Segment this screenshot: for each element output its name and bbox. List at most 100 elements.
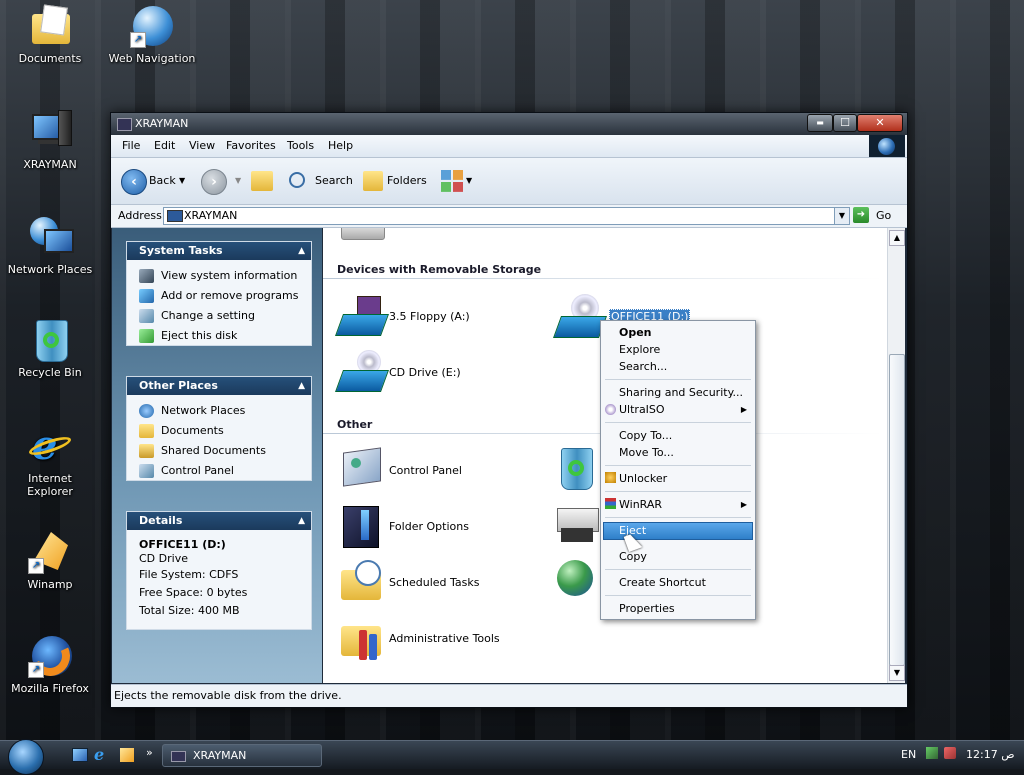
- up-folder-icon[interactable]: [251, 171, 273, 191]
- clock[interactable]: ص 12:17: [966, 748, 1015, 761]
- ctx-properties[interactable]: Properties: [619, 602, 675, 615]
- forward-arrow-icon[interactable]: ›: [201, 169, 227, 195]
- collapse-icon[interactable]: ▲: [298, 512, 305, 530]
- scheduled-tasks-icon: [337, 560, 385, 608]
- menu-edit[interactable]: Edit: [154, 139, 175, 152]
- item-network-partial[interactable]: [555, 560, 603, 608]
- ctx-winrar[interactable]: WinRAR: [619, 498, 662, 511]
- desktop-icon-internet-explorer[interactable]: e Internet Explorer: [5, 424, 95, 499]
- place-network-places[interactable]: Network Places: [127, 401, 311, 421]
- menu-help[interactable]: Help: [328, 139, 353, 152]
- desktop-icon-recycle-bin[interactable]: Recycle Bin: [5, 318, 95, 379]
- folders-button[interactable]: Folders: [387, 167, 427, 195]
- menu-favorites[interactable]: Favorites: [226, 139, 276, 152]
- item-folder-options[interactable]: Folder Options: [337, 504, 487, 552]
- vertical-scrollbar[interactable]: ▲ ▼: [887, 228, 905, 683]
- menu-tools[interactable]: Tools: [287, 139, 314, 152]
- desktop-icon-firefox[interactable]: ↗ Mozilla Firefox: [5, 630, 95, 695]
- cd-drive-icon: [552, 294, 608, 342]
- details-header[interactable]: Details ▲: [127, 512, 311, 530]
- tray-security-icon[interactable]: [944, 747, 956, 759]
- desktop-icon-documents[interactable]: Documents: [5, 4, 95, 65]
- collapse-icon[interactable]: ▲: [298, 242, 305, 260]
- scroll-down-icon[interactable]: ▼: [889, 665, 905, 681]
- address-input[interactable]: XRAYMAN ▼: [163, 207, 850, 225]
- menu-file[interactable]: File: [122, 139, 140, 152]
- quicklaunch-desktop-icon[interactable]: [72, 748, 88, 762]
- system-tasks-header[interactable]: System Tasks ▲: [127, 242, 311, 260]
- item-recycle-bin-partial[interactable]: [555, 448, 603, 496]
- details-name: OFFICE11 (D:): [139, 538, 226, 551]
- quicklaunch-more-icon[interactable]: »: [146, 746, 153, 759]
- search-button[interactable]: Search: [315, 167, 353, 195]
- submenu-arrow-icon: ▶: [740, 405, 747, 414]
- go-button[interactable]: Go: [876, 209, 891, 222]
- place-control-panel[interactable]: Control Panel: [127, 461, 311, 481]
- scroll-up-icon[interactable]: ▲: [889, 230, 905, 246]
- quicklaunch-winamp-icon[interactable]: [120, 748, 134, 762]
- scroll-thumb[interactable]: [889, 354, 905, 666]
- menu-view[interactable]: View: [189, 139, 215, 152]
- ctx-unlocker[interactable]: Unlocker: [619, 472, 667, 485]
- close-button[interactable]: ✕: [857, 114, 903, 132]
- views-icon[interactable]: [441, 170, 463, 192]
- desktop-icon-network-places[interactable]: Network Places: [5, 215, 95, 276]
- views-dropdown-icon[interactable]: ▼: [466, 167, 472, 195]
- ctx-copy[interactable]: Copy: [619, 550, 647, 563]
- ctx-sharing-security[interactable]: Sharing and Security...: [619, 386, 743, 399]
- ultraiso-icon: [605, 404, 616, 415]
- minimize-button[interactable]: ▬: [807, 114, 833, 132]
- shared-folder-icon: [139, 444, 154, 458]
- place-shared-documents[interactable]: Shared Documents: [127, 441, 311, 461]
- drive-floppy-a[interactable]: 3.5 Floppy (A:): [334, 294, 487, 342]
- windows-brand-logo: [869, 135, 905, 157]
- desktop-icon-xrayman[interactable]: XRAYMAN: [5, 110, 95, 171]
- item-printers-partial[interactable]: [555, 504, 603, 552]
- folder-options-icon: [337, 504, 385, 552]
- forward-dropdown-icon[interactable]: ▼: [235, 167, 241, 195]
- folder-icon: [28, 4, 72, 48]
- item-scheduled-tasks[interactable]: Scheduled Tasks: [337, 560, 487, 608]
- tray-network-icon[interactable]: [926, 747, 938, 759]
- start-button[interactable]: [8, 739, 44, 775]
- system-tasks-panel: System Tasks ▲ View system information Ad…: [126, 241, 312, 346]
- ctx-copy-to[interactable]: Copy To...: [619, 429, 672, 442]
- back-dropdown-icon[interactable]: ▼: [179, 167, 185, 195]
- address-value: XRAYMAN: [184, 209, 238, 222]
- other-places-header[interactable]: Other Places ▲: [127, 377, 311, 395]
- language-indicator[interactable]: EN: [901, 748, 916, 761]
- ctx-search[interactable]: Search...: [619, 360, 667, 373]
- item-administrative-tools[interactable]: Administrative Tools: [337, 616, 507, 664]
- desktop-icon-web-navigation[interactable]: ↗ Web Navigation: [107, 4, 197, 65]
- address-bar: Address XRAYMAN ▼ ➜ Go: [111, 205, 907, 228]
- ctx-explore[interactable]: Explore: [619, 343, 660, 356]
- quicklaunch-ie-icon[interactable]: e: [94, 745, 104, 764]
- go-arrow-icon[interactable]: ➜: [853, 207, 869, 223]
- place-documents[interactable]: Documents: [127, 421, 311, 441]
- printer-icon: [555, 504, 603, 552]
- desktop-icon-label: Web Navigation: [108, 52, 196, 65]
- details-panel: Details ▲ OFFICE11 (D:) CD Drive File Sys…: [126, 511, 312, 630]
- administrative-tools-icon: [337, 616, 385, 664]
- window-icon: [171, 751, 186, 762]
- item-control-panel[interactable]: Control Panel: [337, 447, 487, 496]
- task-view-system-info[interactable]: View system information: [127, 266, 311, 286]
- ctx-ultraiso[interactable]: UltraISO: [619, 403, 665, 416]
- task-change-setting[interactable]: Change a setting: [127, 306, 311, 326]
- back-button[interactable]: Back: [149, 167, 176, 195]
- drive-cd-e[interactable]: CD Drive (E:): [334, 350, 487, 398]
- desktop-icon-label: Internet Explorer: [27, 472, 73, 498]
- ctx-create-shortcut[interactable]: Create Shortcut: [619, 576, 706, 589]
- ctx-open[interactable]: Open: [619, 326, 652, 339]
- title-bar[interactable]: XRAYMAN ▬ ☐ ✕: [111, 113, 907, 135]
- back-arrow-icon[interactable]: ‹: [121, 169, 147, 195]
- task-add-remove-programs[interactable]: Add or remove programs: [127, 286, 311, 306]
- ctx-move-to[interactable]: Move To...: [619, 446, 674, 459]
- collapse-icon[interactable]: ▲: [298, 377, 305, 395]
- desktop-icon-winamp[interactable]: ↗ Winamp: [5, 530, 95, 591]
- address-dropdown-icon[interactable]: ▼: [834, 208, 849, 224]
- shortcut-arrow-icon: ↗: [130, 32, 146, 48]
- maximize-button[interactable]: ☐: [833, 114, 857, 132]
- taskbar-window-xrayman[interactable]: XRAYMAN: [162, 744, 322, 767]
- task-eject-disk[interactable]: Eject this disk: [127, 326, 311, 346]
